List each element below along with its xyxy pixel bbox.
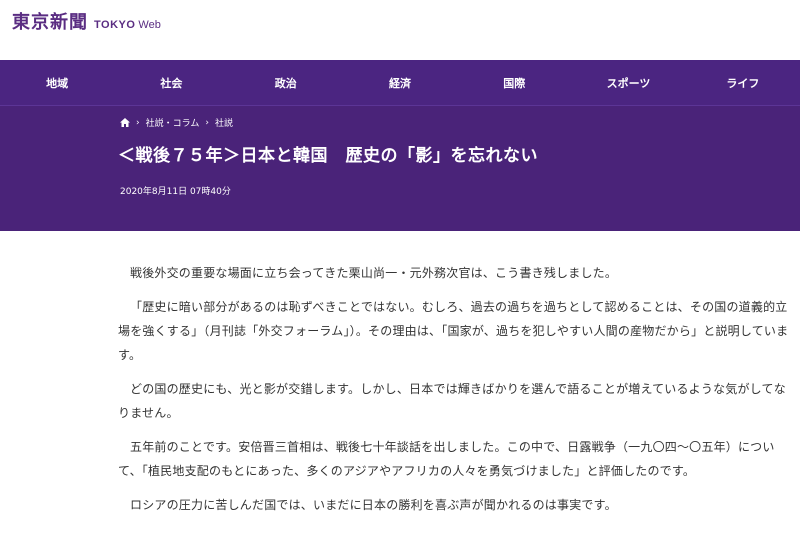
nav-item-kokusai[interactable]: 国際 — [457, 75, 571, 91]
nav-item-sports[interactable]: スポーツ — [571, 75, 685, 91]
article-body: 戦後外交の重要な場面に立ち会ってきた栗山尚一・元外務次官は、こう書き残しました。… — [0, 231, 790, 517]
logo-tokyo-text: TOKYO — [94, 19, 136, 31]
article-title: ＜戦後７５年＞日本と韓国 歴史の「影」を忘れない — [118, 146, 538, 166]
article-paragraph: どの国の歴史にも、光と影が交錯します。しかし、日本では輝きばかりを選んで語ること… — [118, 382, 786, 420]
nav-item-life[interactable]: ライフ — [686, 75, 800, 91]
main-nav: 地域 社会 政治 経済 国際 スポーツ ライフ — [0, 60, 800, 106]
breadcrumb-item-editorial-column[interactable]: 社説・コラム — [146, 116, 200, 129]
article-paragraph: ロシアの圧力に苦しんだ国では、いまだに日本の勝利を喜ぶ声が聞かれるのは事実です。 — [130, 498, 617, 512]
site-header: 東京新聞 TOKYO Web — [0, 0, 800, 60]
home-icon[interactable] — [120, 118, 130, 127]
article-paragraph: 五年前のことです。安倍晋三首相は、戦後七十年談話を出しました。この中で、日露戦争… — [118, 440, 775, 478]
breadcrumb-item-editorial[interactable]: 社説 — [215, 116, 233, 129]
logo-main-text: 東京新聞 — [12, 12, 88, 33]
article-date: 2020年8月11日 07時40分 — [120, 187, 231, 197]
logo-web-text: Web — [138, 19, 161, 31]
nav-item-keizai[interactable]: 経済 — [343, 75, 457, 91]
article-hero: › 社説・コラム › 社説 ＜戦後７５年＞日本と韓国 歴史の「影」を忘れない 2… — [0, 106, 800, 231]
nav-item-chiiki[interactable]: 地域 — [0, 75, 114, 91]
breadcrumb-separator-icon: › — [136, 117, 140, 128]
site-logo[interactable]: 東京新聞 TOKYO Web — [12, 8, 161, 34]
breadcrumb: › 社説・コラム › 社説 — [120, 116, 233, 129]
nav-item-shakai[interactable]: 社会 — [114, 75, 228, 91]
breadcrumb-separator-icon: › — [205, 117, 209, 128]
article-paragraph: 「歴史に暗い部分があるのは恥ずべきことではない。むしろ、過去の過ちを過ちとして認… — [118, 300, 789, 362]
article-paragraph: 戦後外交の重要な場面に立ち会ってきた栗山尚一・元外務次官は、こう書き残しました。 — [130, 266, 618, 280]
nav-item-seiji[interactable]: 政治 — [229, 75, 343, 91]
